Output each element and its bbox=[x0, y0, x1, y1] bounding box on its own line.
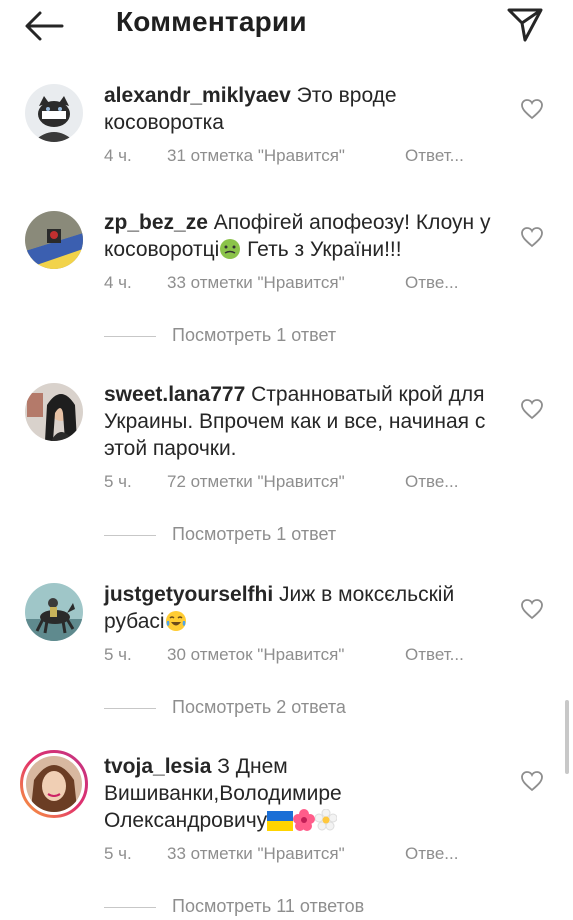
comment-text: alexandr_miklyaev Это вроде косоворотка bbox=[104, 82, 504, 136]
comment-likes[interactable]: 30 отметок "Нравится" bbox=[167, 645, 405, 665]
comment-likes[interactable]: 72 отметки "Нравится" bbox=[167, 472, 405, 492]
comment-username[interactable]: justgetyourselfhi bbox=[104, 583, 273, 606]
comment-username[interactable]: sweet.lana777 bbox=[104, 383, 245, 406]
comment-meta: 5 ч. 72 отметки "Нравится" Отве... bbox=[104, 472, 458, 492]
tears-of-joy-emoji-icon bbox=[165, 611, 186, 631]
heart-outline-icon bbox=[521, 599, 543, 620]
like-button[interactable] bbox=[520, 226, 544, 248]
reply-button[interactable]: Ответ... bbox=[405, 645, 464, 665]
avatar[interactable] bbox=[25, 84, 83, 142]
page-title: Комментарии bbox=[116, 6, 307, 37]
hibiscus-emoji-icon bbox=[293, 809, 316, 831]
back-button[interactable] bbox=[22, 8, 66, 44]
header-bar: Комментарии bbox=[0, 0, 573, 52]
reply-button[interactable]: Отве... bbox=[405, 273, 458, 293]
paper-plane-icon bbox=[507, 8, 543, 42]
divider bbox=[104, 907, 156, 908]
comment-likes[interactable]: 31 отметка "Нравится" bbox=[167, 146, 405, 166]
reply-button[interactable]: Отве... bbox=[405, 472, 458, 492]
heart-outline-icon bbox=[521, 227, 543, 248]
comment-username[interactable]: alexandr_miklyaev bbox=[104, 84, 291, 107]
view-replies-label: Посмотреть 1 ответ bbox=[172, 325, 337, 345]
like-button[interactable] bbox=[520, 598, 544, 620]
comment-time: 4 ч. bbox=[104, 146, 132, 165]
like-button[interactable] bbox=[520, 770, 544, 792]
view-replies-label: Посмотреть 2 ответа bbox=[172, 697, 346, 717]
share-button[interactable] bbox=[505, 4, 545, 44]
reply-button[interactable]: Ответ... bbox=[405, 146, 464, 166]
divider bbox=[104, 708, 156, 709]
comment-time: 5 ч. bbox=[104, 645, 132, 664]
avatar[interactable] bbox=[25, 583, 83, 641]
blossom-emoji-icon bbox=[315, 809, 338, 831]
ukraine-flag-emoji-icon bbox=[267, 811, 294, 831]
heart-outline-icon bbox=[521, 399, 543, 420]
like-button[interactable] bbox=[520, 398, 544, 420]
comment-text: tvoja_lesia З Днем Вишиванки,Володимире … bbox=[104, 753, 504, 834]
comment-username[interactable]: zp_bez_ze bbox=[104, 211, 208, 234]
comment-text: sweet.lana777 Странноватый крой для Укра… bbox=[104, 381, 504, 462]
comment-meta: 5 ч. 33 отметки "Нравится" Отве... bbox=[104, 844, 458, 864]
comment-meta: 4 ч. 31 отметка "Нравится" Ответ... bbox=[104, 146, 464, 166]
view-replies-label: Посмотреть 1 ответ bbox=[172, 524, 337, 544]
comment-likes[interactable]: 33 отметки "Нравится" bbox=[167, 273, 405, 293]
comment-likes[interactable]: 33 отметки "Нравится" bbox=[167, 844, 405, 864]
comment-time: 4 ч. bbox=[104, 273, 132, 292]
divider bbox=[104, 336, 156, 337]
heart-outline-icon bbox=[521, 99, 543, 120]
comment-text: zp_bez_ze Апофігей апофеозу! Клоун у кос… bbox=[104, 209, 504, 263]
comment-time: 5 ч. bbox=[104, 844, 132, 863]
scrollbar[interactable] bbox=[565, 700, 569, 774]
like-button[interactable] bbox=[520, 98, 544, 120]
arrow-left-icon bbox=[25, 11, 64, 41]
heart-outline-icon bbox=[521, 771, 543, 792]
comment-meta: 5 ч. 30 отметок "Нравится" Ответ... bbox=[104, 645, 464, 665]
comment-time: 5 ч. bbox=[104, 472, 132, 491]
comment-username[interactable]: tvoja_lesia bbox=[104, 755, 211, 778]
avatar-with-story-ring[interactable] bbox=[20, 750, 88, 818]
view-replies-label: Посмотреть 11 ответов bbox=[172, 896, 365, 916]
comment-meta: 4 ч. 33 отметки "Нравится" Отве... bbox=[104, 273, 458, 293]
nauseated-face-emoji-icon bbox=[220, 239, 241, 259]
reply-button[interactable]: Отве... bbox=[405, 844, 458, 864]
comment-text: justgetyourselfhi Јиж в моксєльскій руба… bbox=[104, 581, 504, 635]
comment-body-continued: Геть з України!!! bbox=[241, 238, 402, 261]
divider bbox=[104, 535, 156, 536]
avatar[interactable] bbox=[25, 211, 83, 269]
avatar[interactable] bbox=[25, 383, 83, 441]
